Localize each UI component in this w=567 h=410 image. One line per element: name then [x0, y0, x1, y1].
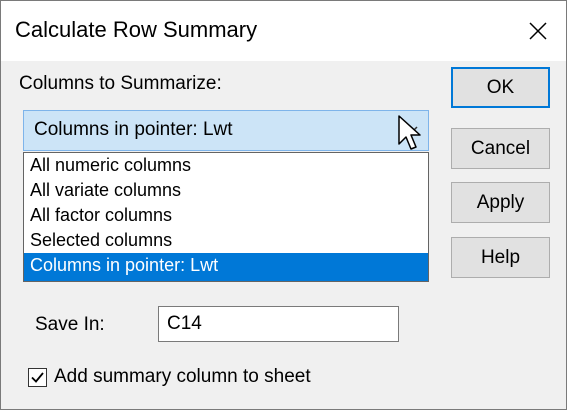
close-button[interactable]	[510, 1, 566, 61]
dropdown-option-all-factor[interactable]: All factor columns	[24, 203, 428, 228]
dialog-body: Columns to Summarize: Columns in pointer…	[1, 61, 566, 409]
cancel-button[interactable]: Cancel	[451, 128, 550, 169]
dialog-title: Calculate Row Summary	[15, 17, 258, 42]
title-bar: Calculate Row Summary	[1, 1, 566, 61]
add-summary-label[interactable]: Add summary column to sheet	[54, 366, 311, 388]
mouse-pointer-icon	[398, 115, 421, 150]
save-in-value: C14	[167, 313, 202, 334]
apply-button[interactable]: Apply	[451, 182, 550, 223]
add-summary-checkbox[interactable]	[28, 368, 47, 387]
columns-to-summarize-label: Columns to Summarize:	[19, 73, 222, 94]
checkmark-icon	[31, 372, 44, 383]
dropdown-option-all-variate[interactable]: All variate columns	[24, 178, 428, 203]
combobox-selected-value: Columns in pointer: Lwt	[34, 119, 233, 140]
columns-combobox[interactable]: Columns in pointer: Lwt	[23, 110, 429, 151]
dropdown-option-selected-columns[interactable]: Selected columns	[24, 228, 428, 253]
ok-button[interactable]: OK	[451, 67, 550, 108]
dropdown-option-all-numeric[interactable]: All numeric columns	[24, 153, 428, 178]
close-x-icon	[529, 22, 547, 40]
help-button[interactable]: Help	[451, 237, 550, 278]
calculate-row-summary-dialog: Calculate Row Summary Columns to Summari…	[0, 0, 567, 410]
save-in-input[interactable]: C14	[158, 306, 399, 342]
save-in-label: Save In:	[35, 314, 105, 335]
dropdown-option-columns-in-pointer[interactable]: Columns in pointer: Lwt	[24, 253, 428, 281]
columns-dropdown-list: All numeric columns All variate columns …	[23, 152, 429, 282]
